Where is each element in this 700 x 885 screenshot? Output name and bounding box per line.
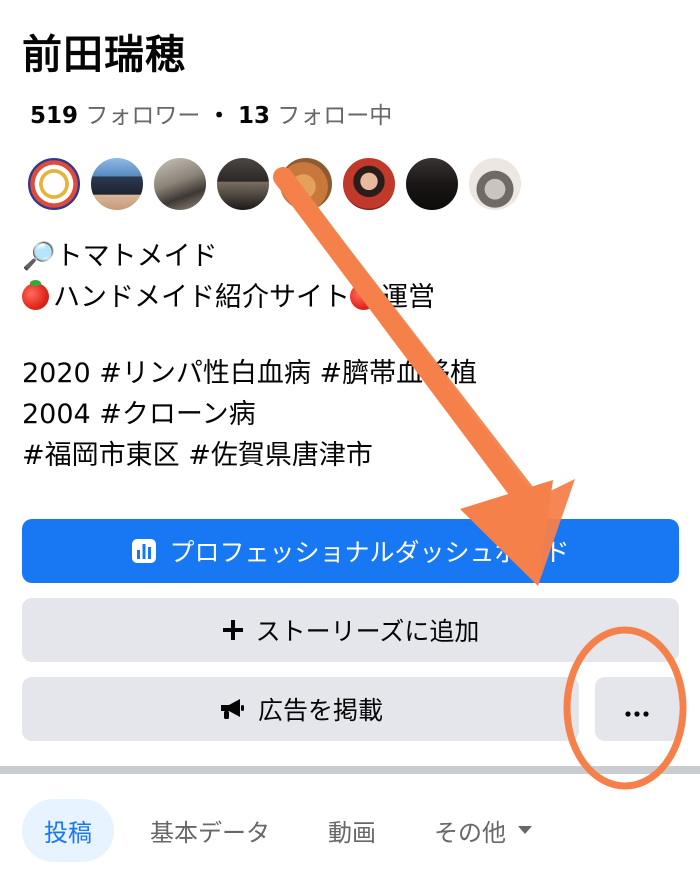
follower-avatars [26,156,523,212]
profile-name: 前田瑞穂 [22,32,186,78]
caret-down-icon [518,826,532,834]
tab-videos[interactable]: 動画 [306,799,398,862]
add-story-button[interactable]: ストーリーズに追加 [22,598,679,662]
add-story-label: ストーリーズに追加 [255,617,480,646]
avatar[interactable] [215,156,271,212]
avatar[interactable] [467,156,523,212]
tab-posts[interactable]: 投稿 [22,798,114,862]
professional-dashboard-button[interactable]: プロフェッショナルダッシュボード [22,519,679,583]
following-count: 13 [237,103,270,129]
avatar[interactable] [404,156,460,212]
ellipsis-icon [624,695,650,724]
tab-about[interactable]: 基本データ [128,799,292,862]
bio-text: 運営 [381,282,435,313]
avatar[interactable] [26,156,82,212]
bio-line: 2020 #リンパ性白血病 #臍帯血移植 [22,358,478,389]
bio: 🔎トマトメイド ハンドメイド紹介サイト 運営 2020 #リンパ性白血病 #臍帯血… [22,236,682,476]
advertise-label: 広告を掲載 [257,696,383,725]
tomato-icon [350,280,377,310]
plus-icon [222,619,244,641]
profile-tabs: 投稿 基本データ 動画 その他 [22,798,568,862]
following-label: フォロー中 [277,103,393,129]
tomato-icon [22,280,49,310]
avatar[interactable] [89,156,145,212]
bio-line: 🔎トマトメイド [22,241,218,272]
megaphone-icon [218,696,246,722]
avatar[interactable] [341,156,397,212]
advertise-button[interactable]: 広告を掲載 [22,677,579,741]
avatar[interactable] [278,156,334,212]
bio-line: ハンドメイド紹介サイト 運営 [22,277,682,318]
avatar[interactable] [152,156,208,212]
section-divider [0,766,700,774]
bio-text: ハンドメイド紹介サイト [53,282,350,313]
followers-count: 519 [30,103,79,129]
tab-more[interactable]: その他 [412,799,554,862]
bio-line: 2004 #クローン病 [22,399,256,430]
dashboard-label: プロフェッショナルダッシュボード [169,538,570,567]
followers-label: フォロワー [85,103,201,129]
bar-chart-icon [131,538,157,564]
bio-line: #福岡市東区 #佐賀県唐津市 [22,440,373,471]
tab-more-label: その他 [434,818,506,847]
follow-stats[interactable]: 519 フォロワー ・ 13 フォロー中 [30,98,392,134]
more-options-button[interactable] [595,677,679,741]
follow-separator: ・ [207,103,231,129]
